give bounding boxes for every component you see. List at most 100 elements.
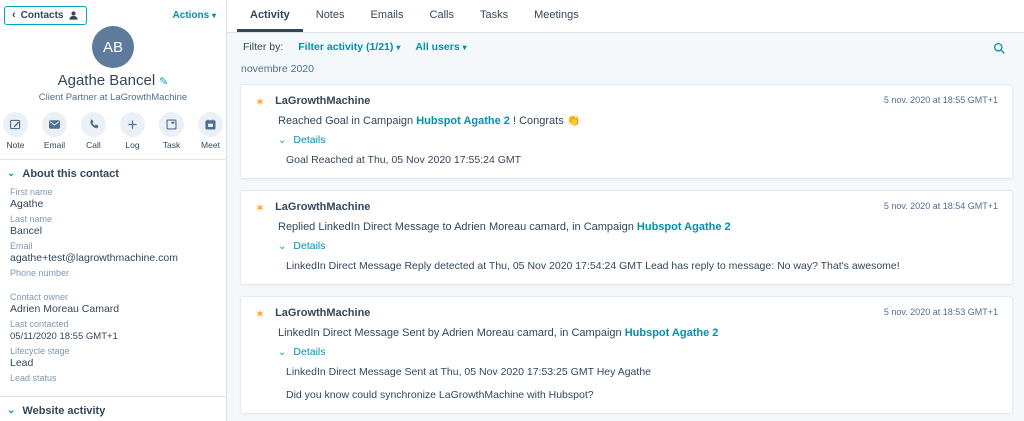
field-email: Email agathe+test@lagrowthmachine.com bbox=[10, 241, 218, 265]
field-value[interactable]: 05/11/2020 18:55 GMT+1 bbox=[10, 330, 218, 343]
card-timestamp: 5 nov. 2020 at 18:55 GMT+1 bbox=[884, 95, 998, 105]
avatar: AB bbox=[92, 26, 134, 68]
field-label: Phone number bbox=[10, 268, 218, 279]
chevron-down-icon: ▾ bbox=[212, 11, 216, 20]
field-last-contacted: Last contacted 05/11/2020 18:55 GMT+1 bbox=[10, 319, 218, 343]
activity-card: ✶ LaGrowthMachine 5 nov. 2020 at 18:54 G… bbox=[240, 190, 1013, 285]
detail-line: Goal Reached at Thu, 05 Nov 2020 17:55:2… bbox=[286, 154, 998, 167]
card-body: Reached Goal in Campaign Hubspot Agathe … bbox=[278, 114, 998, 128]
chevron-down-icon: ⌄ bbox=[278, 242, 286, 252]
quick-action-log[interactable]: Log bbox=[119, 112, 147, 150]
filter-users-label: All users bbox=[415, 41, 459, 53]
quick-action-call[interactable]: Call bbox=[80, 112, 108, 150]
search-icon[interactable] bbox=[993, 42, 1006, 55]
activity-timeline: novembre 2020 ✶ LaGrowthMachine 5 nov. 2… bbox=[227, 60, 1024, 421]
quick-action-label: Note bbox=[2, 140, 30, 150]
card-source: LaGrowthMachine bbox=[275, 94, 370, 109]
detail-line: Did you know could synchronize LaGrowthM… bbox=[286, 389, 998, 402]
field-value[interactable] bbox=[10, 279, 218, 289]
actions-dropdown[interactable]: Actions ▾ bbox=[173, 10, 216, 21]
card-timestamp: 5 nov. 2020 at 18:54 GMT+1 bbox=[884, 201, 998, 211]
detail-line: LinkedIn Direct Message Sent at Thu, 05 … bbox=[286, 366, 998, 379]
edit-name-icon[interactable]: ✎ bbox=[159, 76, 168, 88]
chevron-down-icon: ⌄ bbox=[7, 406, 15, 416]
quick-action-label: Task bbox=[158, 140, 186, 150]
filter-activity-dropdown[interactable]: Filter activity (1/21) ▾ bbox=[298, 41, 400, 53]
activity-main-panel: Activity Notes Emails Calls Tasks Meetin… bbox=[227, 0, 1024, 421]
quick-action-note[interactable]: Note bbox=[2, 112, 30, 150]
field-value[interactable]: agathe+test@lagrowthmachine.com bbox=[10, 252, 218, 265]
chevron-down-icon: ⌄ bbox=[278, 348, 286, 358]
field-value[interactable]: Adrien Moreau Camard bbox=[10, 303, 218, 316]
card-source: LaGrowthMachine bbox=[275, 306, 370, 321]
details-label: Details bbox=[293, 240, 325, 253]
field-label: Lifecycle stage bbox=[10, 346, 218, 357]
field-lead-status: Lead status bbox=[10, 373, 218, 394]
plus-icon[interactable] bbox=[120, 112, 145, 137]
campaign-link[interactable]: Hubspot Agathe 2 bbox=[416, 115, 510, 127]
card-timestamp: 5 nov. 2020 at 18:53 GMT+1 bbox=[884, 307, 998, 317]
tab-calls[interactable]: Calls bbox=[417, 0, 467, 32]
quick-action-label: Log bbox=[119, 140, 147, 150]
field-label: Lead status bbox=[10, 373, 218, 384]
quick-action-meet[interactable]: Meet bbox=[197, 112, 225, 150]
filter-by-label: Filter by: bbox=[243, 41, 283, 53]
star-icon: ✶ bbox=[255, 96, 265, 108]
contact-fields: First name Agathe Last name Bancel Email… bbox=[0, 184, 226, 394]
details-toggle[interactable]: ⌄ Details bbox=[278, 134, 998, 147]
note-icon[interactable] bbox=[3, 112, 28, 137]
contact-name: Agathe Bancel bbox=[58, 72, 156, 89]
card-body: Replied LinkedIn Direct Message to Adrie… bbox=[278, 220, 998, 234]
quick-action-label: Email bbox=[41, 140, 69, 150]
filter-users-dropdown[interactable]: All users ▾ bbox=[415, 41, 466, 53]
star-icon: ✶ bbox=[255, 202, 265, 214]
field-label: First name bbox=[10, 187, 218, 198]
contact-profile: AB Agathe Bancel✎ Client Partner at LaGr… bbox=[0, 26, 226, 103]
contact-person-icon bbox=[68, 10, 79, 21]
phone-icon[interactable] bbox=[81, 112, 106, 137]
star-icon: ✶ bbox=[255, 308, 265, 320]
field-lifecycle-stage: Lifecycle stage Lead bbox=[10, 346, 218, 370]
field-last-name: Last name Bancel bbox=[10, 214, 218, 238]
task-icon[interactable] bbox=[159, 112, 184, 137]
details-toggle[interactable]: ⌄ Details bbox=[278, 240, 998, 253]
quick-action-label: Call bbox=[80, 140, 108, 150]
tab-meetings[interactable]: Meetings bbox=[521, 0, 592, 32]
tab-notes[interactable]: Notes bbox=[303, 0, 358, 32]
contact-sidebar: ‹ Contacts Actions ▾ AB Agathe Bancel✎ C… bbox=[0, 0, 227, 421]
about-section-header[interactable]: ⌄ About this contact bbox=[0, 160, 226, 184]
quick-actions-row: Note Email Call Log bbox=[0, 112, 226, 150]
about-section-title: About this contact bbox=[22, 168, 119, 180]
chevron-down-icon: ▾ bbox=[463, 43, 467, 52]
back-to-contacts-button[interactable]: ‹ Contacts bbox=[4, 6, 87, 25]
calendar-icon[interactable] bbox=[198, 112, 223, 137]
tab-activity[interactable]: Activity bbox=[237, 0, 303, 32]
card-body: LinkedIn Direct Message Sent by Adrien M… bbox=[278, 326, 998, 340]
tab-emails[interactable]: Emails bbox=[358, 0, 417, 32]
body-text: Replied LinkedIn Direct Message to Adrie… bbox=[278, 221, 637, 233]
field-value[interactable]: Bancel bbox=[10, 225, 218, 238]
field-phone-number: Phone number bbox=[10, 268, 218, 289]
campaign-link[interactable]: Hubspot Agathe 2 bbox=[625, 327, 719, 339]
field-value[interactable]: Agathe bbox=[10, 198, 218, 211]
filter-activity-label: Filter activity (1/21) bbox=[298, 41, 393, 53]
quick-action-email[interactable]: Email bbox=[41, 112, 69, 150]
details-toggle[interactable]: ⌄ Details bbox=[278, 346, 998, 359]
activity-tabbar: Activity Notes Emails Calls Tasks Meetin… bbox=[227, 0, 1024, 33]
contact-subtitle: Client Partner at LaGrowthMachine bbox=[0, 92, 226, 103]
tab-tasks[interactable]: Tasks bbox=[467, 0, 521, 32]
timeline-group-header: novembre 2020 bbox=[241, 63, 1013, 75]
details-label: Details bbox=[293, 346, 325, 359]
website-activity-header[interactable]: ⌄ Website activity bbox=[0, 397, 226, 421]
body-text: Reached Goal in Campaign bbox=[278, 115, 416, 127]
contact-name-row: Agathe Bancel✎ bbox=[0, 72, 226, 89]
field-value[interactable] bbox=[10, 384, 218, 394]
field-value[interactable]: Lead bbox=[10, 357, 218, 370]
campaign-link[interactable]: Hubspot Agathe 2 bbox=[637, 221, 731, 233]
field-label: Contact owner bbox=[10, 292, 218, 303]
quick-action-task[interactable]: Task bbox=[158, 112, 186, 150]
back-arrow-icon: ‹ bbox=[12, 10, 16, 21]
actions-label: Actions bbox=[173, 10, 210, 21]
body-text: LinkedIn Direct Message Sent by Adrien M… bbox=[278, 327, 625, 339]
email-icon[interactable] bbox=[42, 112, 67, 137]
